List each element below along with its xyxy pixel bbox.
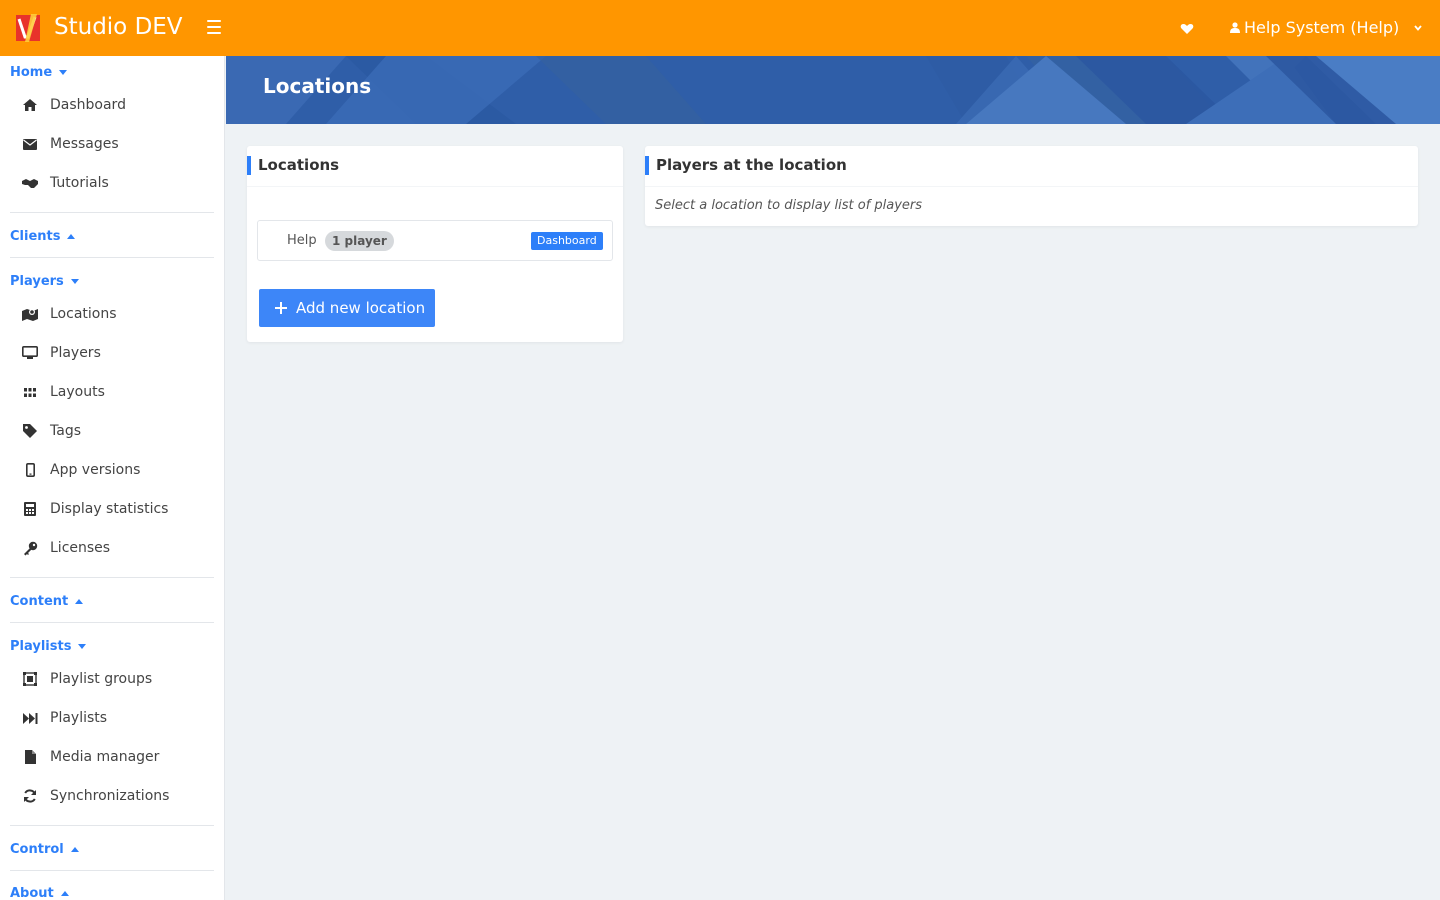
sidebar-item-tutorials[interactable]: Tutorials: [22, 171, 109, 195]
sidebar-item-label: Locations: [50, 306, 117, 322]
banner-pattern: [226, 56, 1440, 124]
key-icon: [22, 540, 38, 556]
sidebar-item-label: Media manager: [50, 749, 160, 765]
caret-down-icon: [59, 70, 68, 75]
section-control[interactable]: Control: [10, 842, 79, 857]
players-card-title: Players at the location: [645, 156, 847, 175]
heart-icon[interactable]: [1180, 22, 1194, 36]
object-group-icon: [22, 671, 38, 687]
section-about-label: About: [10, 886, 54, 900]
user-menu[interactable]: Help System (Help): [1230, 18, 1423, 37]
brand-title[interactable]: Studio DEV: [54, 14, 183, 40]
sidebar-item-layouts[interactable]: Layouts: [22, 380, 105, 404]
tag-icon: [22, 423, 38, 439]
add-location-label: Add new location: [296, 299, 426, 317]
sidebar-item-synchronizations[interactable]: Synchronizations: [22, 784, 169, 808]
top-bar: Studio DEV Help System (Help): [0, 0, 1440, 56]
location-name: Help: [287, 233, 317, 248]
section-playlists[interactable]: Playlists: [10, 639, 87, 654]
section-playlists-label: Playlists: [10, 639, 72, 654]
divider: [645, 186, 1418, 187]
sidebar-item-label: Messages: [50, 136, 119, 152]
section-home-label: Home: [10, 65, 53, 80]
section-players[interactable]: Players: [10, 274, 79, 289]
section-players-label: Players: [10, 274, 64, 289]
caret-up-icon: [60, 891, 69, 896]
sidebar-item-licenses[interactable]: Licenses: [22, 536, 110, 560]
sidebar-item-label: Licenses: [50, 540, 111, 556]
caret-down-icon: [70, 279, 79, 284]
players-card: Players at the location Select a locatio…: [645, 146, 1418, 226]
location-row[interactable]: Help 1 player Dashboard: [257, 220, 613, 261]
home-icon: [22, 97, 38, 113]
handshake-icon: [22, 175, 38, 191]
sidebar-item-tags[interactable]: Tags: [22, 419, 81, 443]
sidebar-item-label: App versions: [50, 462, 141, 478]
sidebar-item-display-statistics[interactable]: Display statistics: [22, 497, 168, 521]
mobile-phone-icon: [22, 462, 38, 478]
divider: [10, 825, 214, 826]
locations-card-title: Locations: [247, 156, 339, 175]
sidebar-item-media-manager[interactable]: Media manager: [22, 745, 159, 769]
menu-toggle-icon[interactable]: [207, 20, 221, 34]
divider: [10, 622, 214, 623]
divider: [10, 212, 214, 213]
map-marker-icon: [22, 306, 38, 322]
page-header-banner: Locations: [226, 56, 1440, 124]
caret-up-icon: [70, 847, 79, 852]
sidebar-item-players[interactable]: Players: [22, 341, 101, 365]
grid-icon: [22, 384, 38, 400]
sidebar-item-messages[interactable]: Messages: [22, 132, 119, 156]
sidebar-item-label: Tags: [50, 423, 81, 439]
divider: [10, 577, 214, 578]
section-content[interactable]: Content: [10, 594, 84, 609]
section-clients[interactable]: Clients: [10, 229, 76, 244]
section-content-label: Content: [10, 594, 69, 609]
sidebar-item-label: Display statistics: [50, 501, 169, 517]
add-location-button[interactable]: Add new location: [259, 289, 435, 327]
section-control-label: Control: [10, 842, 64, 857]
divider: [10, 870, 214, 871]
dashboard-tag[interactable]: Dashboard: [531, 232, 603, 250]
section-home[interactable]: Home: [10, 65, 68, 80]
sidebar-item-app-versions[interactable]: App versions: [22, 458, 140, 482]
divider: [10, 257, 214, 258]
sidebar-item-dashboard[interactable]: Dashboard: [22, 93, 126, 117]
envelope-icon: [22, 136, 38, 152]
sidebar-item-label: Layouts: [50, 384, 105, 400]
players-empty-hint: Select a location to display list of pla…: [655, 198, 923, 213]
sidebar-item-label: Dashboard: [50, 97, 126, 113]
user-name: Help System (Help): [1244, 18, 1400, 37]
sidebar-item-label: Playlists: [50, 710, 108, 726]
chevron-down-icon: [1414, 24, 1422, 31]
locations-card: Locations Help 1 player Dashboard Add ne…: [247, 146, 623, 342]
user-icon: [1230, 22, 1240, 33]
plus-icon: [275, 302, 287, 314]
sidebar-item-label: Playlist groups: [50, 671, 153, 687]
section-about[interactable]: About: [10, 886, 69, 900]
divider: [247, 186, 623, 187]
section-clients-label: Clients: [10, 229, 61, 244]
calculator-icon: [22, 501, 38, 517]
sidebar-item-label: Tutorials: [50, 175, 109, 191]
page-title: Locations: [263, 74, 372, 98]
caret-up-icon: [75, 599, 84, 604]
player-count-badge: 1 player: [325, 231, 394, 251]
monitor-icon: [22, 345, 38, 361]
sidebar-item-label: Players: [50, 345, 101, 361]
caret-down-icon: [78, 644, 87, 649]
sync-icon: [22, 788, 38, 804]
fast-forward-icon: [22, 710, 38, 726]
file-icon: [22, 749, 38, 765]
sidebar: Home Dashboard Messages Tutorials Client…: [0, 56, 225, 900]
sidebar-item-label: Synchronizations: [50, 788, 170, 804]
sidebar-item-playlists[interactable]: Playlists: [22, 706, 107, 730]
studio-logo-icon[interactable]: [14, 11, 42, 45]
sidebar-item-locations[interactable]: Locations: [22, 302, 117, 326]
sidebar-item-playlist-groups[interactable]: Playlist groups: [22, 667, 152, 691]
caret-up-icon: [67, 234, 76, 239]
